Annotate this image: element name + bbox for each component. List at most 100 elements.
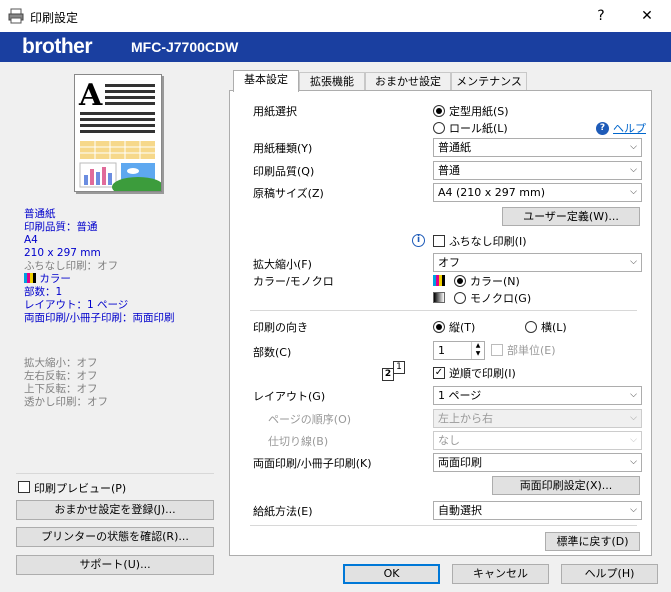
tab-advanced[interactable]: 拡張機能 — [299, 72, 365, 91]
duplex-select[interactable]: 両面印刷 ⌵ — [433, 453, 642, 472]
restore-defaults-button[interactable]: 標準に戻す(D) — [545, 532, 640, 551]
page-order-label: ページの順序(O) — [268, 413, 352, 426]
summary-size: A4 — [24, 234, 38, 246]
title-bar: 印刷設定 ? ✕ — [0, 0, 671, 32]
paper-source-label: 給紙方法(E) — [253, 505, 313, 518]
roll-paper-radio[interactable] — [433, 122, 445, 134]
chevron-down-icon: ⌵ — [630, 142, 637, 152]
copies-spinner[interactable]: 1 ▲ ▼ — [433, 341, 485, 360]
portrait-label: 縦(T) — [449, 321, 476, 334]
info-icon: i — [412, 234, 425, 247]
scale-label: 拡大縮小(F) — [253, 258, 312, 271]
summary-quality: 印刷品質：普通 — [24, 221, 98, 233]
paper-size-label: 原稿サイズ(Z) — [253, 187, 324, 200]
page-preview-thumbnail: A — [74, 74, 164, 197]
help-link[interactable]: ヘルプ — [613, 120, 646, 136]
reverse-order-label: 逆順で印刷(I) — [449, 367, 516, 380]
print-quality-label: 印刷品質(Q) — [253, 165, 315, 178]
chevron-down-icon: ⌵ — [630, 435, 637, 445]
summary-pane: A 普通紙 印刷品質：普通 A4 210 x 297 mm ふちなし印刷：オフ … — [6, 66, 220, 578]
color-label: カラー(N) — [470, 275, 520, 288]
tab-maintenance[interactable]: メンテナンス — [451, 72, 527, 91]
layout-select[interactable]: 1 ページ ⌵ — [433, 386, 642, 405]
portrait-radio[interactable] — [433, 321, 445, 333]
model-name: MFC-J7700CDW — [131, 39, 239, 55]
help-title-button[interactable]: ? — [578, 0, 624, 32]
orientation-label: 印刷の向き — [253, 321, 308, 334]
mono-ink-icon — [433, 292, 445, 303]
color-ink-icon — [24, 273, 36, 283]
landscape-radio[interactable] — [525, 321, 537, 333]
cancel-button[interactable]: キャンセル — [452, 564, 549, 584]
chevron-down-icon: ⌵ — [630, 165, 637, 175]
register-preset-button[interactable]: おまかせ設定を登録(J)... — [16, 500, 214, 520]
summary-dimensions: 210 x 297 mm — [24, 247, 101, 259]
summary-mirror: 左右反転：オフ — [24, 370, 98, 382]
collate-label: 部単位(E) — [507, 344, 556, 357]
brand-banner: brother MFC-J7700CDW — [0, 32, 671, 62]
printer-icon — [8, 8, 24, 24]
copies-label: 部数(C) — [253, 346, 292, 359]
duplex-settings-button[interactable]: 両面印刷設定(X)... — [492, 476, 640, 495]
paper-source-select[interactable]: 自動選択 ⌵ — [433, 501, 642, 520]
paper-select-label: 用紙選択 — [253, 105, 297, 118]
borderless-label: ふちなし印刷(I) — [449, 235, 527, 248]
document-preview-image: A — [78, 78, 164, 197]
chevron-down-icon: ⌵ — [630, 413, 637, 423]
summary-flip: 上下反転：オフ — [24, 383, 98, 395]
summary-layout: レイアウト：1 ページ — [24, 299, 129, 311]
chevron-down-icon: ⌵ — [630, 457, 637, 467]
close-button[interactable]: ✕ — [624, 0, 670, 32]
summary-color: カラー — [24, 273, 175, 286]
support-button[interactable]: サポート(U)... — [16, 555, 214, 575]
ok-button[interactable]: OK — [343, 564, 440, 584]
help-button[interactable]: ヘルプ(H) — [561, 564, 658, 584]
border-line-label: 仕切り線(B) — [268, 435, 329, 448]
layout-label: レイアウト(G) — [253, 390, 326, 403]
svg-text:A: A — [78, 78, 103, 113]
chevron-down-icon: ⌵ — [630, 257, 637, 267]
brother-logo: brother — [22, 35, 93, 58]
summary-copies: 部数：1 — [24, 286, 63, 298]
collate-checkbox[interactable] — [491, 344, 503, 356]
summary-watermark: 透かし印刷：オフ — [24, 396, 108, 408]
help-icon: ? — [596, 122, 609, 135]
scale-select[interactable]: オフ ⌵ — [433, 253, 642, 272]
standard-paper-label: 定型用紙(S) — [449, 105, 509, 118]
window-title: 印刷設定 — [30, 11, 79, 25]
landscape-label: 横(L) — [541, 321, 567, 334]
spinner-arrows-icon[interactable]: ▲ ▼ — [471, 342, 484, 359]
page-order-select[interactable]: 左上から右 ⌵ — [433, 409, 642, 428]
basic-settings-panel: 用紙選択 定型用紙(S) ロール紙(L) ? ヘルプ 用紙種類(Y) 普通紙 ⌵ … — [229, 90, 652, 556]
borderless-checkbox[interactable] — [433, 235, 445, 247]
mono-label: モノクロ(G) — [470, 292, 532, 305]
summary-media: 普通紙 — [24, 208, 56, 220]
summary-extended: 拡大縮小：オフ 左右反転：オフ 上下反転：オフ 透かし印刷：オフ — [24, 357, 108, 409]
tab-basic[interactable]: 基本設定 — [233, 70, 299, 92]
reverse-order-icon: 2 1 — [382, 361, 406, 381]
print-preview-label: 印刷プレビュー(P) — [34, 482, 127, 495]
summary-text: 普通紙 印刷品質：普通 A4 210 x 297 mm ふちなし印刷：オフ カラ… — [24, 208, 175, 325]
reverse-order-checkbox[interactable]: ✓ — [433, 367, 445, 379]
border-line-select[interactable]: なし ⌵ — [433, 431, 642, 450]
color-mono-label: カラー/モノクロ — [253, 275, 334, 288]
chevron-down-icon: ⌵ — [630, 505, 637, 515]
color-radio[interactable] — [454, 275, 466, 287]
color-ink-icon — [433, 275, 445, 286]
divider — [250, 525, 637, 526]
mono-radio[interactable] — [454, 292, 466, 304]
chevron-down-icon: ⌵ — [630, 187, 637, 197]
summary-borderless: ふちなし印刷：オフ — [24, 260, 119, 272]
summary-scale: 拡大縮小：オフ — [24, 357, 98, 369]
standard-paper-radio[interactable] — [433, 105, 445, 117]
summary-duplex: 両面印刷/小冊子印刷：両面印刷 — [24, 312, 175, 324]
media-type-label: 用紙種類(Y) — [253, 142, 313, 155]
tab-presets[interactable]: おまかせ設定 — [365, 72, 451, 91]
print-quality-select[interactable]: 普通 ⌵ — [433, 161, 642, 180]
printer-status-button[interactable]: プリンターの状態を確認(R)... — [16, 527, 214, 547]
paper-size-select[interactable]: A4 (210 x 297 mm) ⌵ — [433, 183, 642, 202]
media-type-select[interactable]: 普通紙 ⌵ — [433, 138, 642, 157]
divider — [16, 473, 214, 474]
print-preview-checkbox[interactable] — [18, 481, 30, 493]
user-defined-size-button[interactable]: ユーザー定義(W)... — [502, 207, 640, 226]
